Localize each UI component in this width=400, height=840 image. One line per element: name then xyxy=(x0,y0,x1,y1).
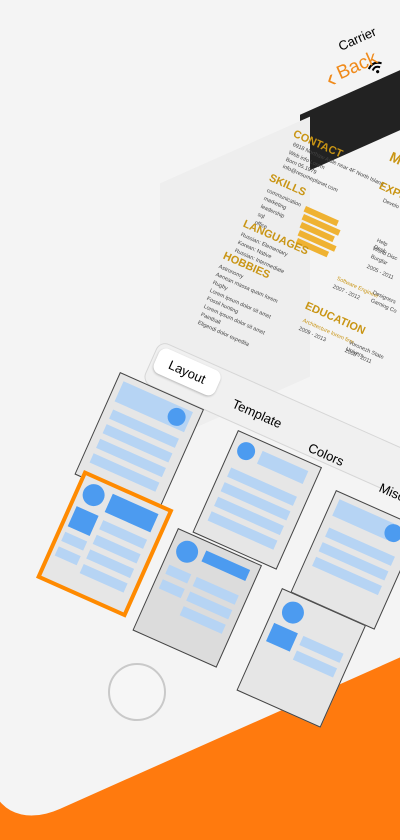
tile-avatar xyxy=(234,439,258,464)
tile-avatar xyxy=(278,598,308,628)
tile-line xyxy=(158,579,185,599)
tile-side-block xyxy=(266,622,298,652)
tile-line xyxy=(61,531,88,551)
home-button[interactable] xyxy=(108,663,166,721)
tile-line xyxy=(54,546,81,566)
tile-avatar xyxy=(172,537,202,567)
phone-mockup: Carrier ‹ Back M CONTACT 6918 Northaw Ai… xyxy=(0,0,400,840)
tile-side-block xyxy=(67,506,99,537)
tile-line xyxy=(165,564,192,584)
tile-avatar xyxy=(79,480,109,510)
